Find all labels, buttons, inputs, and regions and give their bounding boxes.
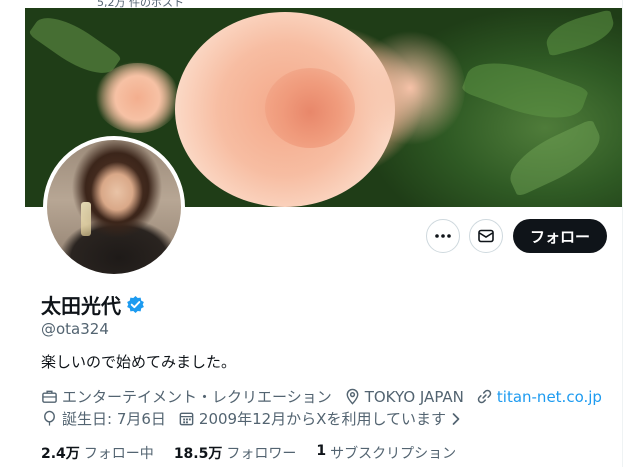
followers-label: フォロワー (226, 446, 297, 462)
verified-badge-icon (127, 295, 144, 314)
website-item[interactable]: titan-net.co.jp (476, 388, 602, 406)
following-label: フォロー中 (83, 446, 154, 462)
location-text: TOKYO JAPAN (364, 387, 464, 406)
following-count: 2.4万 (41, 446, 80, 462)
birthday-text: 誕生日: 7月6日 (62, 410, 166, 428)
banner-leaf (501, 118, 609, 198)
banner-rose-bud (95, 63, 180, 133)
right-gutter (623, 0, 643, 467)
category-item: エンターテイメント・レクリエーション (41, 386, 332, 407)
banner-leaf (460, 48, 590, 133)
mail-icon (478, 229, 494, 243)
followers-stat[interactable]: 18.5万 フォロワー (174, 443, 297, 463)
left-gutter (0, 0, 25, 467)
post-count: 5,2万 件のポスト (97, 0, 184, 9)
follow-button[interactable]: フォロー (513, 219, 607, 253)
subscriptions-count: 1 (316, 443, 327, 459)
banner-leaf (542, 9, 618, 57)
link-icon (477, 389, 492, 404)
user-handle: @ota324 (41, 320, 109, 338)
website-link[interactable]: titan-net.co.jp (497, 388, 602, 406)
header-strip: 5,2万 件のポスト (25, 0, 622, 9)
birthday-item: 誕生日: 7月6日 (41, 408, 166, 429)
avatar[interactable] (43, 136, 185, 278)
following-stat[interactable]: 2.4万 フォロー中 (41, 443, 154, 463)
message-button[interactable] (469, 219, 503, 253)
display-name-row: 太田光代 (41, 290, 145, 319)
chevron-right-icon (452, 412, 460, 425)
banner-rose-center (265, 68, 355, 148)
joined-text[interactable]: 2009年12月からXを利用しています (199, 408, 446, 429)
followers-count: 18.5万 (173, 446, 223, 462)
calendar-icon (179, 412, 194, 426)
subscriptions-label: サブスクリプション (330, 446, 457, 462)
joined-item[interactable]: 2009年12月からXを利用しています (178, 408, 462, 429)
more-icon (435, 234, 451, 238)
profile-meta-row-2: 誕生日: 7月6日 2009年12月からXを利用しています (41, 408, 474, 429)
more-button[interactable] (426, 219, 460, 253)
location-item: TOKYO JAPAN (344, 388, 464, 406)
location-pin-icon (346, 388, 359, 405)
subscriptions-stat[interactable]: 1 サブスクリプション (316, 443, 456, 463)
avatar-glass (81, 202, 91, 236)
profile-stats: 2.4万 フォロー中 18.5万 フォロワー 1 サブスクリプション (41, 443, 456, 463)
category-text: エンターテイメント・レクリエーション (62, 388, 332, 406)
banner-rose-petal (355, 28, 465, 148)
profile-meta-row: エンターテイメント・レクリエーション TOKYO JAPAN titan-net… (41, 386, 614, 407)
display-name: 太田光代 (41, 294, 121, 318)
bio: 楽しいので始めてみました。 (41, 353, 237, 371)
balloon-icon (44, 410, 55, 426)
briefcase-icon (42, 390, 57, 403)
